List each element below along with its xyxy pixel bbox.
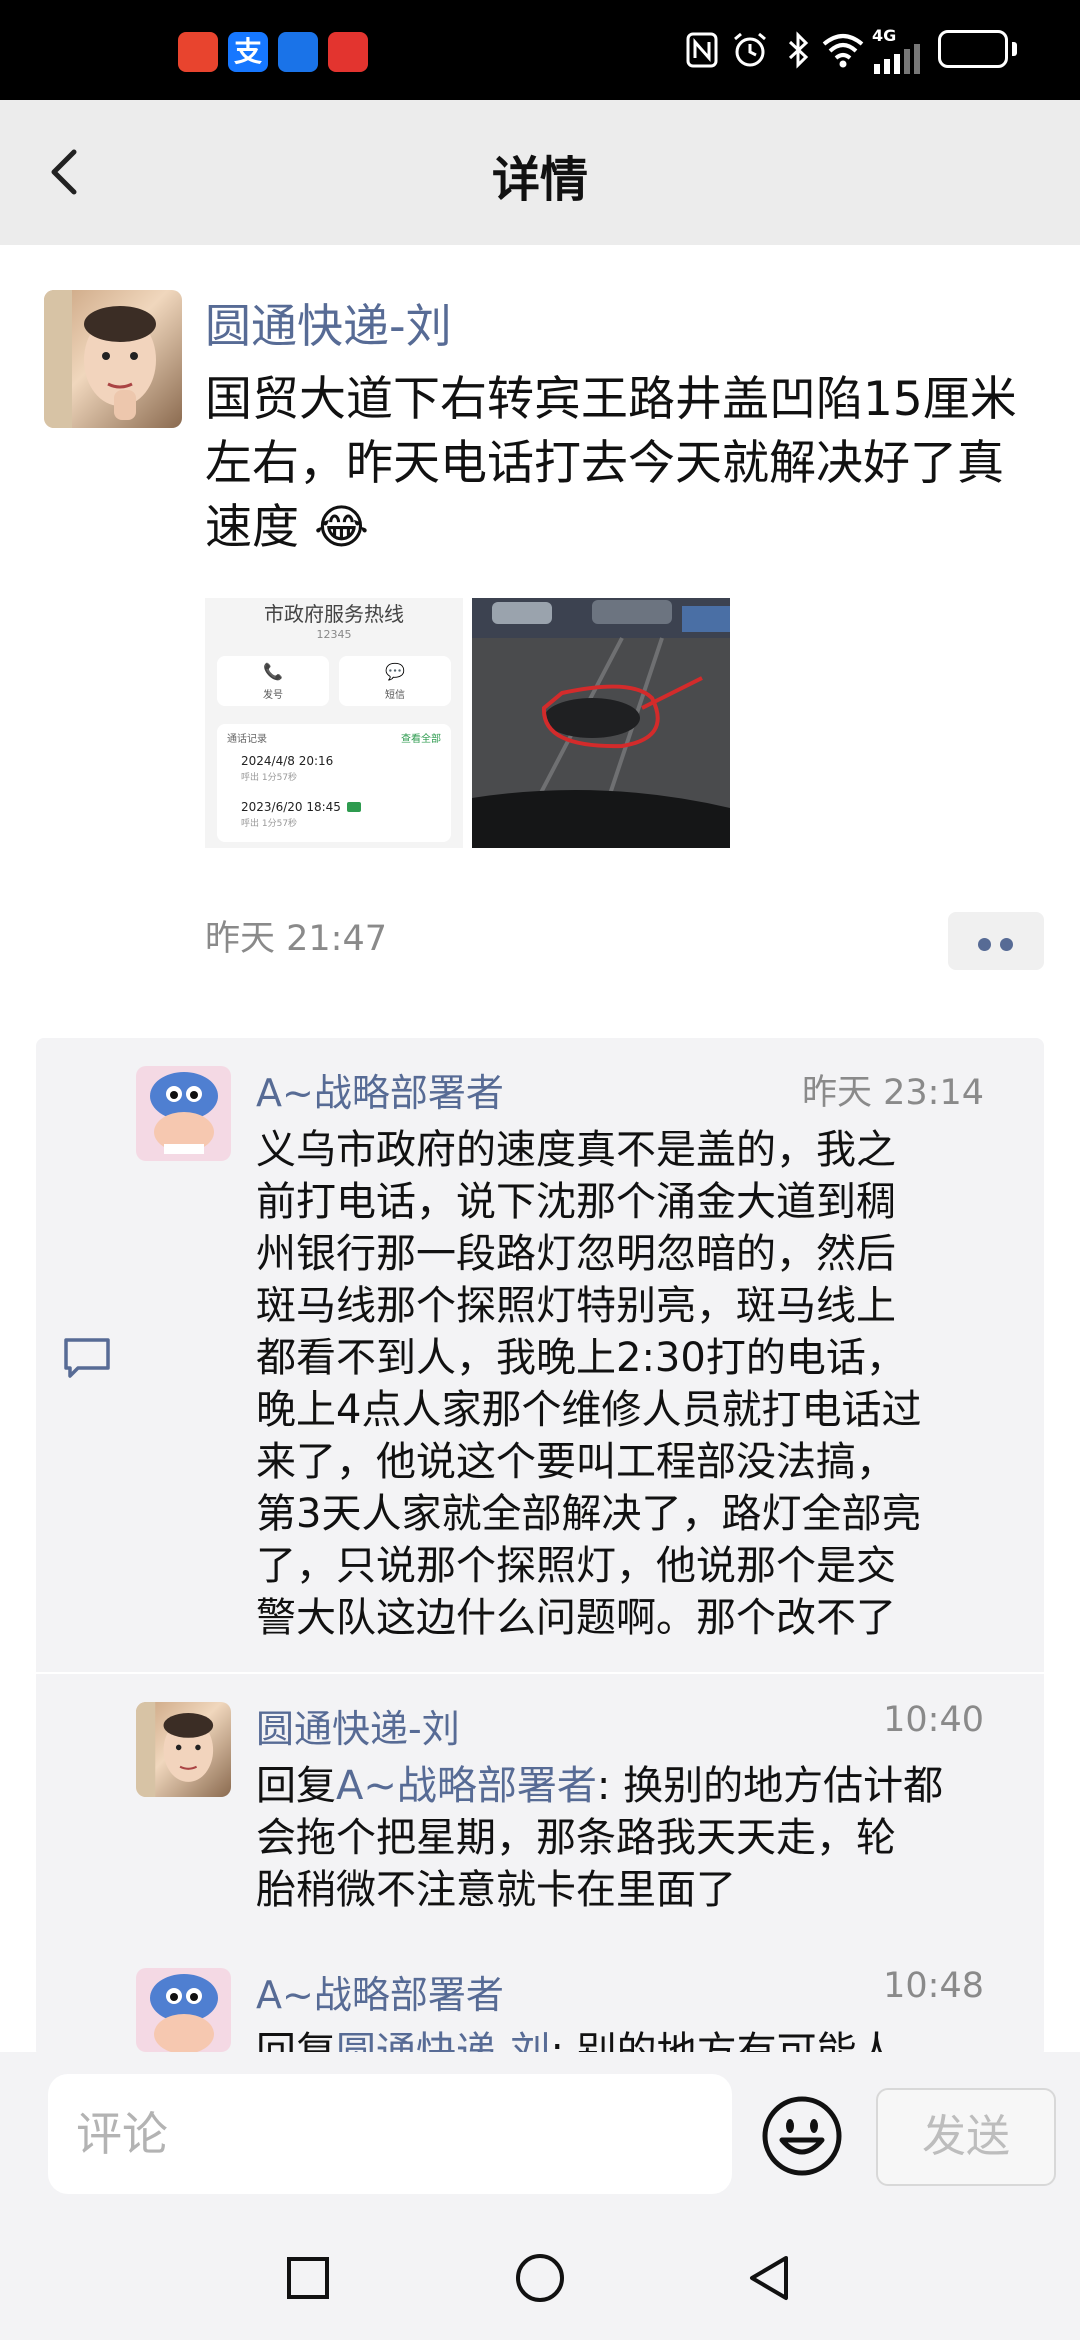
comment-author[interactable]: A~战略部署者 xyxy=(256,1964,504,2019)
record-detail: 呼出 1分57秒 xyxy=(241,819,298,829)
comment-line: 来了，他说这个要叫工程部没法搞， xyxy=(256,1439,896,1485)
comment-line: 州银行那一段路灯忽明忽暗的，然后 xyxy=(256,1231,896,1277)
comment-text[interactable]: 回复圆通快递-刘: 别的地方有可能人 xyxy=(256,2026,1006,2052)
reply-prefix: 回复 xyxy=(256,2029,336,2052)
message-icon: 💬 xyxy=(385,662,405,681)
call-records-card: 通话记录 查看全部 2024/4/8 20:16 呼出 1分57秒 2023/6… xyxy=(217,724,451,842)
call-record-title: 市政府服务热线 xyxy=(264,602,404,626)
emoji-icon[interactable] xyxy=(760,2094,844,2178)
wifi-icon xyxy=(822,34,864,68)
records-label: 通话记录 xyxy=(227,734,267,745)
recents-square-icon[interactable] xyxy=(286,2256,330,2300)
hd-badge xyxy=(347,802,361,812)
comment-line: 警大队这边什么问题啊。那个改不了 xyxy=(256,1595,896,1641)
post-image-call-record[interactable]: 市政府服务热线 12345 📞 发号 💬 短信 通话记录 查看全部 2024/4… xyxy=(205,598,463,848)
comment-divider xyxy=(36,1672,1044,1674)
comment-line: 回复圆通快递-刘: 别的地方有可能人 xyxy=(256,2026,1006,2052)
comment-line: 第3天人家就全部解决了，路灯全部亮 xyxy=(256,1491,922,1537)
comment-bubble-icon xyxy=(64,1338,110,1378)
bluetooth-icon xyxy=(788,31,809,69)
avatar-character-icon xyxy=(150,1974,218,2052)
comment-line: 晚上4点人家那个维修人员就打电话过 xyxy=(256,1387,922,1433)
reply-text: : 别的地方有可能人 xyxy=(550,2029,897,2052)
nfc-icon xyxy=(686,32,718,68)
comment-time: 10:48 xyxy=(883,1966,984,2006)
records-more: 查看全部 xyxy=(401,734,441,745)
comment-avatar[interactable] xyxy=(136,1968,231,2052)
pothole-photo-icon xyxy=(472,598,730,848)
avatar-face-icon xyxy=(136,1702,214,1797)
comment-line: 义乌市政府的速度真不是盖的，我之 xyxy=(256,1127,896,1173)
comment-avatar[interactable] xyxy=(136,1702,231,1797)
red-dot-app-icon xyxy=(328,32,368,72)
avatar-character-icon xyxy=(150,1072,218,1154)
comment-line: 了，只说那个探照灯，他说那个是交 xyxy=(256,1543,896,1589)
reply-to-link[interactable]: A~战略部署者 xyxy=(336,1763,597,1809)
record-date: 2024/4/8 20:16 xyxy=(241,754,334,768)
post-image-pothole[interactable] xyxy=(472,598,730,848)
more-actions-button[interactable] xyxy=(948,912,1044,970)
comment-line: 会拖个把星期，那条路我天天走，轮 xyxy=(256,1815,896,1861)
record-detail: 呼出 1分57秒 xyxy=(241,773,298,783)
phone-icon: 📞 xyxy=(263,662,283,681)
comment-time: 10:40 xyxy=(883,1700,984,1740)
comment-line: 前打电话，说下沈那个涌金大道到稠 xyxy=(256,1179,896,1225)
network-type: 4G xyxy=(872,26,897,45)
call-button-tile: 📞 发号 xyxy=(217,656,329,706)
battery-tip xyxy=(1012,42,1017,56)
avatar[interactable] xyxy=(44,290,182,428)
comment-avatar[interactable] xyxy=(136,1066,231,1161)
comment-author[interactable]: 圆通快递-刘 xyxy=(256,1698,460,1753)
battery-indicator: 25 xyxy=(938,30,1008,68)
post-author[interactable]: 圆通快递-刘 xyxy=(205,290,452,356)
sms-button-tile: 💬 短信 xyxy=(339,656,451,706)
alipay-icon: 支 xyxy=(228,32,268,72)
blue-app-icon xyxy=(278,32,318,72)
comment-author[interactable]: A~战略部署者 xyxy=(256,1062,504,1117)
reply-prefix: 回复 xyxy=(256,1763,336,1809)
red-app-icon xyxy=(178,32,218,72)
alarm-icon xyxy=(734,32,766,67)
comment-line: 胎稍微不注意就卡在里面了 xyxy=(256,1867,736,1913)
reply-text: : 换别的地方估计都 xyxy=(596,1763,944,1809)
post-text: 国贸大道下右转宾王路井盖凹陷15厘米左右，昨天电话打去今天就解决好了真速度 😂 xyxy=(205,372,1017,555)
page-title: 详情 xyxy=(491,152,588,208)
comment-line: 斑马线那个探照灯特别亮，斑马线上 xyxy=(256,1283,896,1329)
send-button[interactable]: 发送 xyxy=(876,2088,1056,2186)
signal-icon xyxy=(874,44,920,74)
more-dot-icon xyxy=(1000,938,1013,951)
more-dot-icon xyxy=(978,938,991,951)
back-triangle-icon[interactable] xyxy=(746,2254,792,2302)
comment-text[interactable]: 义乌市政府的速度真不是盖的，我之 前打电话，说下沈那个涌金大道到稠 州银行那一段… xyxy=(256,1124,1006,1644)
comment-text[interactable]: 回复A~战略部署者: 换别的地方估计都 会拖个把星期，那条路我天天走，轮 胎稍微… xyxy=(256,1760,1006,1916)
record-date: 2023/6/20 18:45 xyxy=(241,800,341,814)
sms-label: 短信 xyxy=(385,690,405,701)
call-label: 发号 xyxy=(263,690,283,701)
home-circle-icon[interactable] xyxy=(514,2252,566,2304)
comment-input[interactable]: 评论 xyxy=(48,2074,732,2194)
comment-line: 回复A~战略部署者: 换别的地方估计都 xyxy=(256,1760,1006,1812)
call-record-number: 12345 xyxy=(316,628,352,641)
reply-to-link[interactable]: 圆通快递-刘 xyxy=(336,2029,550,2052)
avatar-face-icon xyxy=(44,290,156,428)
comment-line: 都看不到人，我晚上2:30打的电话， xyxy=(256,1335,906,1381)
comment-time: 昨天 23:14 xyxy=(802,1073,984,1113)
post-time: 昨天 21:47 xyxy=(205,919,387,959)
